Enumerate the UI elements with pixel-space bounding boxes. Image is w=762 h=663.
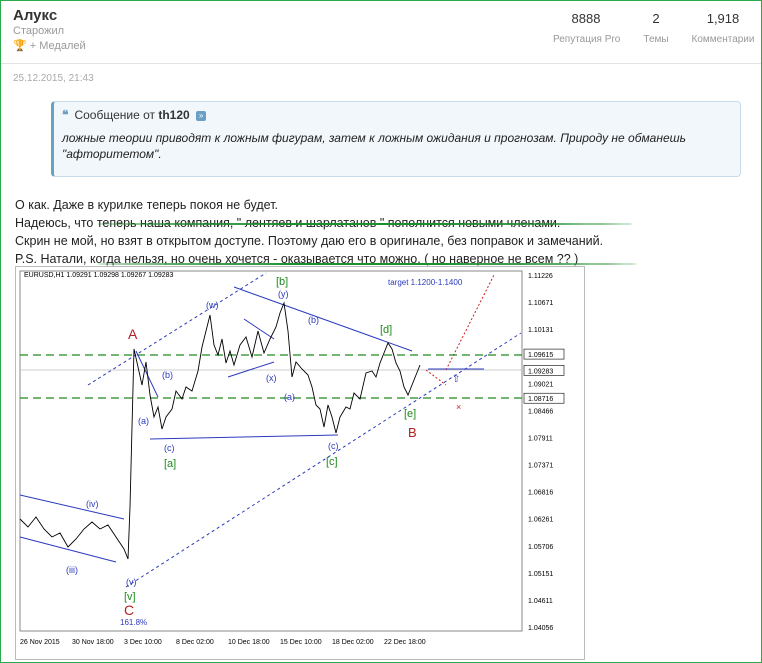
stat-value: 8888: [571, 11, 601, 26]
stat-label: Комментарии: [691, 34, 755, 45]
fib-label: 161.8%: [120, 618, 147, 627]
price-tick: 1.08466: [528, 408, 553, 415]
medals-label: + Медалей: [29, 40, 86, 52]
price-tick: 1.11226: [528, 273, 553, 280]
wave-label: [c]: [326, 456, 338, 468]
wave-label: (a): [138, 416, 149, 426]
body-line: О как. Даже в курилке теперь покоя не бу…: [15, 198, 279, 212]
time-tick: 8 Dec 02:00: [176, 639, 214, 646]
wave-label: (a): [284, 392, 295, 402]
stat-value: 1,918: [706, 11, 740, 26]
user-rank: Старожил: [13, 25, 65, 37]
wave-label: (y): [278, 289, 289, 299]
wave-label: (iii): [66, 565, 78, 575]
price-tick: 1.04611: [528, 598, 553, 605]
stat-label: Темы: [643, 34, 669, 45]
chart-svg: EURUSD,H1 1.09291 1.09298 1.09267 1.0928…: [19, 270, 565, 646]
price-tick: 1.05151: [528, 571, 553, 578]
medals-link[interactable]: 🏆 + Медалей: [13, 39, 86, 52]
time-axis: 26 Nov 2015 30 Nov 18:00 3 Dec 10:00 8 Dec …: [20, 639, 426, 646]
wave-label: [v]: [124, 591, 136, 603]
target-note: target 1.1200-1.1400: [388, 278, 463, 287]
wave-label: [b]: [276, 276, 288, 288]
wave-label: (c): [328, 441, 339, 451]
post-frame: Алукс Старожил 🏆 + Медалей 8888 Репутаци…: [0, 0, 762, 663]
stat-comments: 1,918 Комментарии: [687, 11, 759, 45]
quote-author[interactable]: th120: [158, 108, 189, 122]
time-tick: 26 Nov 2015: [20, 639, 60, 646]
wave-label: (b): [308, 315, 319, 325]
stat-reputation: 8888 Репутация Pro: [553, 11, 621, 45]
price-tick: 1.04056: [528, 625, 553, 632]
quote-text: ложные теории приводят к ложным фигурам,…: [62, 131, 686, 161]
post-body: О как. Даже в курилке теперь покоя не бу…: [15, 196, 603, 268]
forex-chart-screenshot: EURUSD,H1 1.09291 1.09298 1.09267 1.0928…: [15, 266, 585, 660]
wave-label: [e]: [404, 408, 416, 420]
wave-label: (x): [266, 373, 277, 383]
wave-label: (v): [126, 577, 137, 587]
up-arrow-icon: ⇧: [452, 374, 460, 385]
time-tick: 18 Dec 02:00: [332, 639, 374, 646]
wave-label: (c): [164, 443, 175, 453]
time-tick: 30 Nov 18:00: [72, 639, 114, 646]
time-tick: 15 Dec 10:00: [280, 639, 322, 646]
wave-label: (iv): [86, 499, 99, 509]
price-tick: 1.10671: [528, 300, 553, 307]
wave-label: [d]: [380, 324, 392, 336]
quote-icon: ❝: [62, 108, 69, 122]
green-underline: [97, 223, 633, 225]
stat-value: 2: [652, 11, 660, 26]
price-tick: 1.06816: [528, 490, 553, 497]
time-tick: 22 Dec 18:00: [384, 639, 426, 646]
quote-prefix: Сообщение от: [74, 108, 156, 122]
wave-label: (w): [206, 300, 219, 310]
time-tick: 10 Dec 18:00: [228, 639, 270, 646]
price-axis: 1.11226 1.10671 1.10131 1.09615 1.09283 1.090…: [523, 273, 565, 632]
jump-to-post-icon[interactable]: »: [196, 110, 207, 121]
time-tick: 3 Dec 10:00: [124, 639, 162, 646]
price-tick: 1.09615: [528, 352, 553, 359]
body-line: Скрин не мой, но взят в открытом доступе…: [15, 234, 604, 248]
wave-label: [a]: [164, 458, 176, 470]
green-underline: [97, 263, 637, 265]
wave-label: (b): [162, 370, 173, 380]
price-tick: 1.06261: [528, 517, 553, 524]
price-tick: 1.07911: [528, 436, 553, 443]
wave-label: A: [128, 326, 138, 342]
wave-label: C: [124, 602, 134, 618]
stat-topics: 2 Темы: [634, 11, 678, 45]
price-tick: 1.07371: [528, 462, 553, 469]
header-divider: [1, 63, 761, 64]
plot-area: [19, 270, 523, 632]
wave-label: B: [408, 425, 417, 440]
quote-block: ❝ Сообщение от th120 » ложные теории прив…: [51, 101, 741, 177]
price-tick: 1.09283: [528, 368, 553, 375]
price-tick: 1.10131: [528, 327, 553, 334]
trophy-icon: 🏆: [13, 40, 27, 52]
chart-header: EURUSD,H1 1.09291 1.09298 1.09267 1.0928…: [24, 272, 174, 279]
price-tick: 1.09021: [528, 381, 553, 388]
price-tick: 1.05706: [528, 544, 553, 551]
stop-marker: ×: [456, 402, 461, 412]
post-date[interactable]: 25.12.2015, 21:43: [13, 73, 94, 84]
price-tick: 1.08716: [528, 396, 553, 403]
stat-label: Репутация Pro: [553, 34, 621, 45]
user-name[interactable]: Алукс: [13, 7, 57, 24]
quote-header: ❝ Сообщение от th120 »: [62, 108, 207, 122]
